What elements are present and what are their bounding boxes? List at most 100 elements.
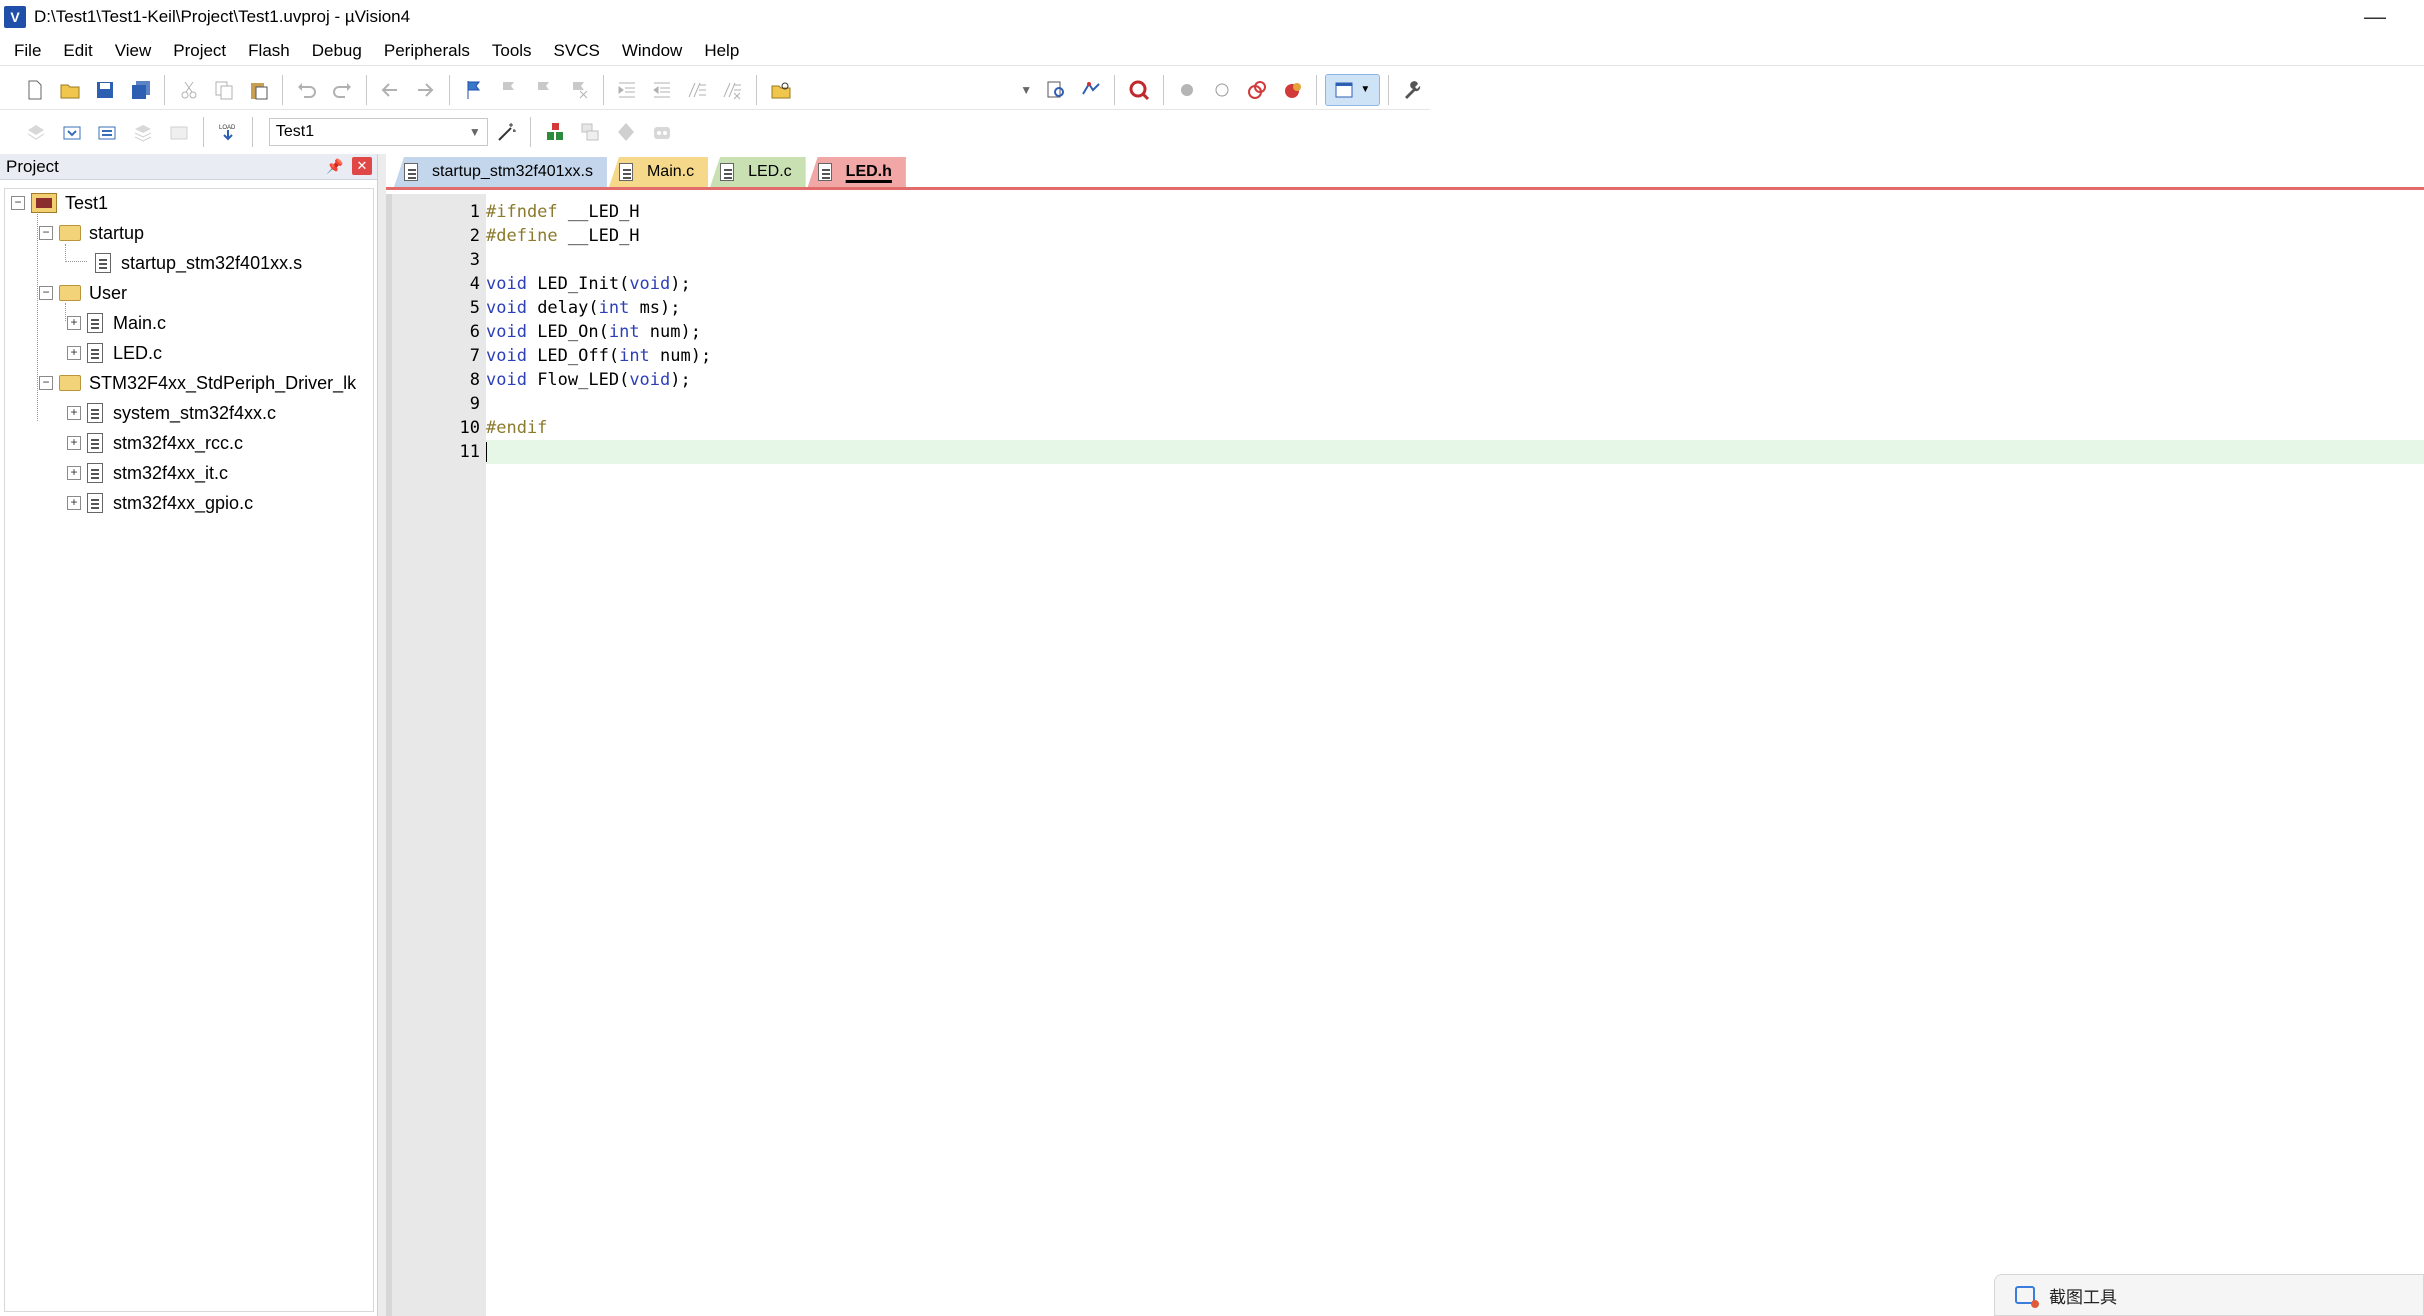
paste-button[interactable] (243, 74, 274, 106)
expand-icon[interactable]: + (67, 346, 81, 360)
code-line[interactable]: void LED_Off(int num); (486, 344, 2424, 368)
save-button[interactable] (90, 74, 121, 106)
translate-button[interactable] (20, 116, 52, 148)
tree-file-led-c[interactable]: + LED.c (67, 339, 162, 367)
code-editor[interactable]: #ifndef __LED_H #define __LED_Hvoid LED_I… (486, 194, 2424, 1316)
menu-tools[interactable]: Tools (492, 41, 532, 61)
collapse-icon[interactable]: − (39, 376, 53, 390)
unindent-button[interactable] (647, 74, 678, 106)
undo-button[interactable] (291, 74, 322, 106)
insert-breakpoint-button[interactable] (1172, 74, 1203, 106)
build-button[interactable] (56, 116, 88, 148)
code-line[interactable] (486, 248, 2424, 272)
close-panel-button[interactable]: ✕ (352, 157, 372, 175)
tab-led-c[interactable]: LED.c (710, 157, 806, 187)
code-line[interactable]: void LED_On(int num); (486, 320, 2424, 344)
find-in-files-button[interactable] (765, 74, 796, 106)
code-line[interactable]: void Flow_LED(void); (486, 368, 2424, 392)
code-line[interactable]: void LED_Init(void); (486, 272, 2424, 296)
download-button[interactable]: LOAD (212, 116, 244, 148)
menu-project[interactable]: Project (173, 41, 226, 61)
collapse-icon[interactable]: − (39, 226, 53, 240)
comment-button[interactable] (682, 74, 713, 106)
bookmark-next-button[interactable] (528, 74, 559, 106)
menu-file[interactable]: File (14, 41, 41, 61)
tree-file-gpio-c[interactable]: + stm32f4xx_gpio.c (67, 489, 253, 517)
panel-splitter[interactable] (378, 154, 386, 1316)
code-token: int (619, 346, 650, 366)
expand-icon[interactable]: + (67, 406, 81, 420)
tree-group-user[interactable]: − User (39, 279, 127, 307)
batch-build-button[interactable] (127, 116, 159, 148)
line-number-gutter[interactable]: 1 2 3 4 5 6 7 8 9 10 11 (386, 194, 486, 1316)
menu-help[interactable]: Help (704, 41, 739, 61)
collapse-icon[interactable]: − (39, 286, 53, 300)
incremental-find-button[interactable] (1040, 74, 1071, 106)
pack-installer-button[interactable] (646, 116, 678, 148)
copy-button[interactable] (208, 74, 239, 106)
expand-icon[interactable]: + (67, 496, 81, 510)
diamond-icon (618, 123, 635, 141)
expand-icon[interactable]: + (67, 316, 81, 330)
minimize-button[interactable]: — (2364, 4, 2386, 30)
file-icon (87, 403, 103, 423)
tree-group-stdperiph[interactable]: − STM32F4xx_StdPeriph_Driver_lk (39, 369, 356, 397)
collapse-icon[interactable]: − (11, 196, 25, 210)
tree-root-test1[interactable]: − Test1 (11, 189, 108, 217)
source-browser-button[interactable] (1075, 74, 1106, 106)
new-file-button[interactable] (20, 74, 51, 106)
rebuild-button[interactable] (92, 116, 124, 148)
redo-button[interactable] (327, 74, 358, 106)
code-line[interactable] (486, 440, 2424, 464)
menu-window[interactable]: Window (622, 41, 682, 61)
tree-file-it-c[interactable]: + stm32f4xx_it.c (67, 459, 228, 487)
configure-button[interactable] (1397, 74, 1428, 106)
tree-group-startup[interactable]: − startup (39, 219, 144, 247)
bookmark-prev-button[interactable] (493, 74, 524, 106)
indent-button[interactable] (611, 74, 642, 106)
tree-file-main-c[interactable]: + Main.c (67, 309, 166, 337)
tree-file-label: startup_stm32f401xx.s (121, 252, 303, 273)
expand-icon[interactable]: + (67, 436, 81, 450)
file-extensions-button[interactable] (574, 116, 606, 148)
bookmark-clear-button[interactable] (563, 74, 594, 106)
tab-main-c[interactable]: Main.c (608, 157, 709, 187)
start-debug-button[interactable] (1123, 74, 1154, 106)
code-line[interactable]: #ifndef __LED_H (486, 200, 2424, 224)
navigate-back-button[interactable] (375, 74, 406, 106)
menu-svcs[interactable]: SVCS (554, 41, 600, 61)
bookmark-toggle-button[interactable] (458, 74, 489, 106)
navigate-forward-button[interactable] (410, 74, 441, 106)
open-file-button[interactable] (55, 74, 86, 106)
select-packs-button[interactable] (610, 116, 642, 148)
tree-file-startup-s[interactable]: startup_stm32f401xx.s (95, 249, 302, 277)
manage-components-button[interactable] (539, 116, 571, 148)
stop-build-button[interactable] (163, 116, 195, 148)
cut-button[interactable] (173, 74, 204, 106)
code-line[interactable] (486, 392, 2424, 416)
find-combo[interactable]: ▼ (814, 76, 1038, 104)
menu-edit[interactable]: Edit (63, 41, 92, 61)
target-select[interactable]: Test1 ▼ (268, 118, 488, 146)
uncomment-button[interactable] (717, 74, 748, 106)
tab-led-h[interactable]: LED.h (807, 157, 906, 187)
target-options-button[interactable] (490, 116, 522, 148)
tree-file-rcc-c[interactable]: + stm32f4xx_rcc.c (67, 429, 243, 457)
kill-all-breakpoints-button[interactable] (1277, 74, 1308, 106)
code-line[interactable]: #endif (486, 416, 2424, 440)
tree-file-system-c[interactable]: + system_stm32f4xx.c (67, 399, 276, 427)
menu-view[interactable]: View (115, 41, 152, 61)
pin-icon[interactable]: 📌 (326, 158, 343, 175)
disable-all-breakpoints-button[interactable] (1242, 74, 1273, 106)
menu-debug[interactable]: Debug (312, 41, 362, 61)
snipping-tool-popup[interactable]: 截图工具 (1994, 1274, 2424, 1316)
code-line[interactable]: #define __LED_H (486, 224, 2424, 248)
window-layout-dropdown[interactable]: ▼ (1325, 73, 1380, 106)
expand-icon[interactable]: + (67, 466, 81, 480)
code-line[interactable]: void delay(int ms); (486, 296, 2424, 320)
menu-flash[interactable]: Flash (248, 41, 290, 61)
menu-peripherals[interactable]: Peripherals (384, 41, 470, 61)
tab-startup-s[interactable]: startup_stm32f401xx.s (394, 157, 607, 187)
save-all-button[interactable] (125, 74, 156, 106)
disable-breakpoint-button[interactable] (1207, 74, 1238, 106)
